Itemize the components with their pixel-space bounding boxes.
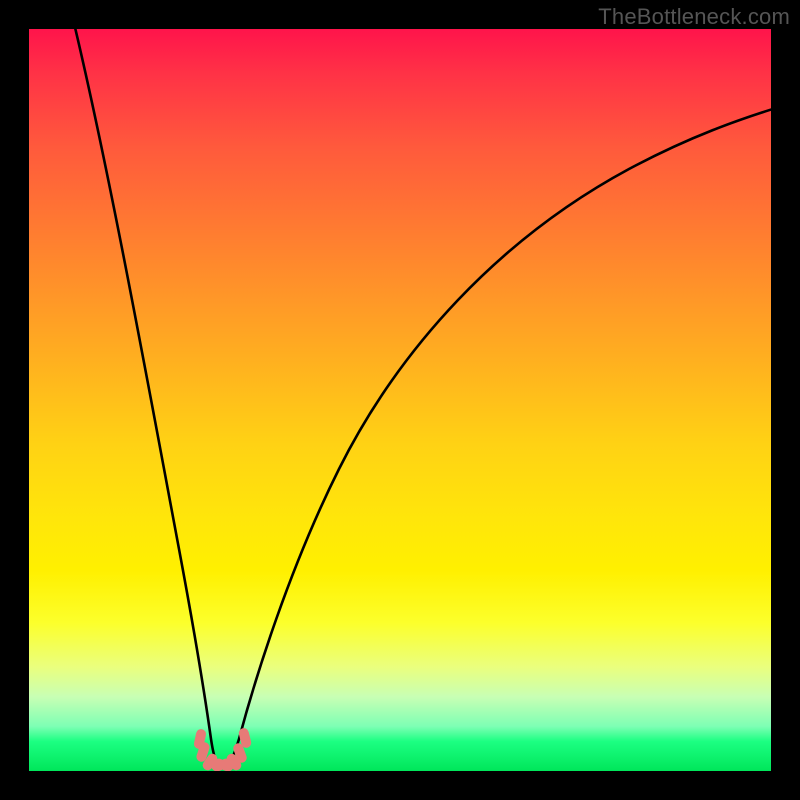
watermark-text: TheBottleneck.com [598,4,790,30]
curve-left-branch [73,29,223,767]
curve-right-branch [223,104,771,767]
chart-plot-area [29,29,771,771]
bottleneck-curve [29,29,771,771]
trough-markers [193,727,252,771]
